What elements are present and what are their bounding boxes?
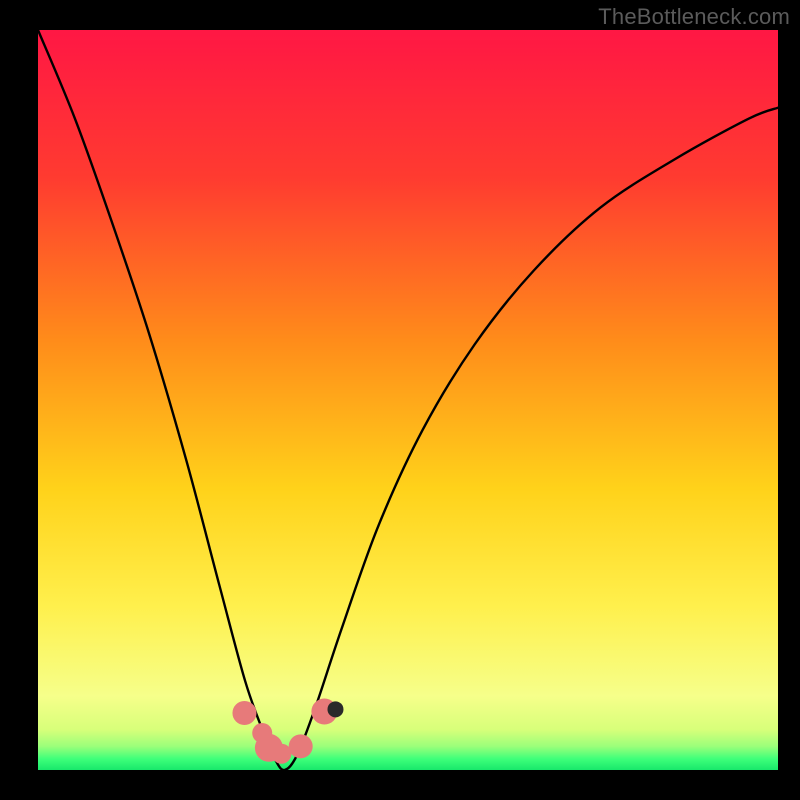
plot-area	[38, 30, 778, 770]
bottleneck-curve	[38, 30, 778, 770]
watermark-text: TheBottleneck.com	[598, 4, 790, 30]
markers	[232, 699, 343, 764]
marker-dot	[289, 734, 313, 758]
chart-stage: TheBottleneck.com	[0, 0, 800, 800]
marker-dot	[232, 701, 256, 725]
curve-layer	[38, 30, 778, 770]
marker-dot	[271, 744, 291, 764]
marker-dot	[327, 701, 343, 717]
